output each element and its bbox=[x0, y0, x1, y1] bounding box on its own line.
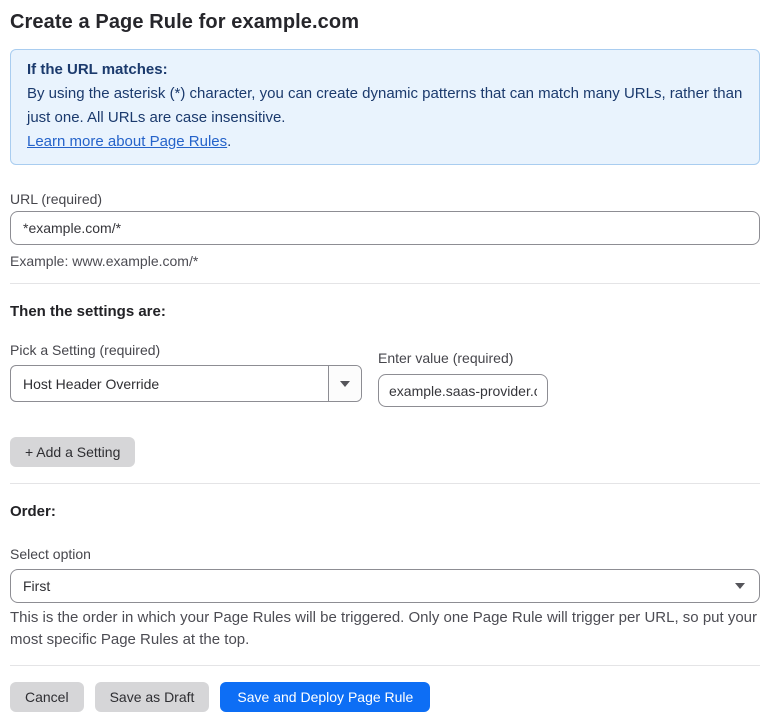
url-match-info-box: If the URL matches: By using the asteris… bbox=[10, 49, 760, 165]
setting-select[interactable]: Host Header Override bbox=[10, 365, 362, 402]
order-select-value: First bbox=[23, 578, 51, 594]
url-input[interactable] bbox=[10, 211, 760, 245]
divider bbox=[10, 483, 760, 484]
pick-setting-label: Pick a Setting (required) bbox=[10, 342, 161, 358]
order-helper-text: This is the order in which your Page Rul… bbox=[10, 609, 758, 648]
url-example-text: Example: www.example.com/* bbox=[10, 253, 199, 269]
link-suffix: . bbox=[227, 133, 232, 150]
enter-value-label: Enter value (required) bbox=[378, 350, 514, 366]
save-deploy-button[interactable]: Save and Deploy Page Rule bbox=[220, 682, 431, 712]
divider bbox=[10, 665, 760, 666]
info-box-link-line: Learn more about Page Rules. bbox=[27, 130, 743, 154]
setting-select-caret-cell[interactable] bbox=[328, 366, 361, 401]
page-title: Create a Page Rule for example.com bbox=[10, 11, 360, 33]
setting-select-value: Host Header Override bbox=[23, 375, 160, 392]
caret-down-icon bbox=[735, 583, 745, 589]
url-label: URL (required) bbox=[10, 191, 103, 207]
info-box-heading: If the URL matches: bbox=[27, 61, 168, 78]
create-page-rule-form: Create a Page Rule for example.com If th… bbox=[0, 0, 772, 722]
order-select-label: Select option bbox=[10, 546, 91, 562]
pick-setting-column: Pick a Setting (required) Host Header Ov… bbox=[10, 340, 362, 402]
footer-actions: Cancel Save as Draft Save and Deploy Pag… bbox=[10, 682, 760, 712]
order-heading: Order: bbox=[10, 503, 56, 520]
enter-value-column: Enter value (required) bbox=[378, 348, 548, 407]
settings-row: Pick a Setting (required) Host Header Ov… bbox=[10, 340, 760, 407]
save-draft-button[interactable]: Save as Draft bbox=[94, 682, 210, 712]
settings-heading: Then the settings are: bbox=[10, 303, 166, 320]
setting-value-input[interactable] bbox=[378, 374, 548, 407]
caret-down-icon bbox=[340, 380, 350, 387]
add-setting-button[interactable]: + Add a Setting bbox=[10, 437, 136, 467]
cancel-button[interactable]: Cancel bbox=[10, 682, 84, 712]
divider bbox=[10, 283, 760, 284]
learn-more-link[interactable]: Learn more about Page Rules bbox=[27, 133, 227, 150]
info-box-body: By using the asterisk (*) character, you… bbox=[27, 85, 743, 126]
order-select[interactable]: First bbox=[10, 569, 760, 603]
